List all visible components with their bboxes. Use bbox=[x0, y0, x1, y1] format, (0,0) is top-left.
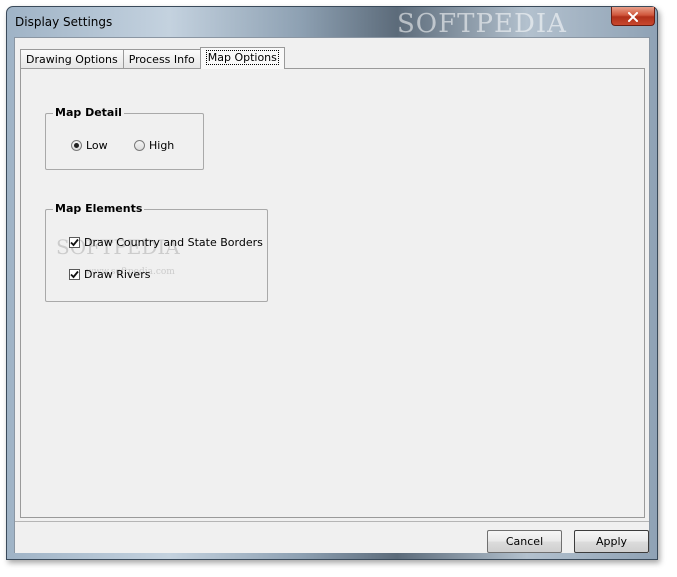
window-title: Display Settings bbox=[15, 15, 113, 29]
radio-button[interactable] bbox=[71, 140, 82, 151]
radio-high[interactable]: High bbox=[134, 139, 174, 152]
tab-label: Process Info bbox=[128, 53, 195, 66]
apply-button[interactable]: Apply bbox=[574, 530, 649, 553]
checkmark-icon bbox=[70, 270, 79, 279]
checkbox[interactable] bbox=[69, 269, 80, 280]
tab-strip: Drawing Options Process Info Map Options bbox=[20, 47, 285, 69]
title-watermark: SOFTPEDIA bbox=[397, 9, 567, 39]
close-icon bbox=[627, 7, 639, 26]
cancel-button[interactable]: Cancel bbox=[487, 530, 562, 553]
checkbox-draw-rivers[interactable]: Draw Rivers bbox=[69, 268, 150, 281]
checkmark-icon bbox=[70, 238, 79, 247]
map-detail-title: Map Detail bbox=[53, 106, 124, 119]
radio-button[interactable] bbox=[134, 140, 145, 151]
tab-label: Drawing Options bbox=[26, 53, 118, 66]
dialog-button-bar: Cancel Apply bbox=[15, 521, 649, 553]
map-detail-group: Map Detail Low High bbox=[45, 106, 204, 170]
radio-high-label: High bbox=[149, 139, 175, 152]
checkbox-label: Draw Country and State Borders bbox=[84, 236, 263, 249]
tab-process-info[interactable]: Process Info bbox=[122, 49, 201, 69]
tab-map-options[interactable]: Map Options bbox=[199, 47, 285, 69]
map-elements-title: Map Elements bbox=[53, 202, 145, 215]
display-settings-window: Display Settings SOFTPEDIA Drawing Optio… bbox=[6, 6, 658, 560]
tab-drawing-options[interactable]: Drawing Options bbox=[20, 49, 124, 69]
map-options-panel: Map Detail Low High Map Elements SOFTPED… bbox=[20, 68, 645, 518]
checkbox-country-state-borders[interactable]: Draw Country and State Borders bbox=[69, 236, 263, 249]
title-bar[interactable]: Display Settings SOFTPEDIA bbox=[7, 7, 657, 39]
radio-dot-icon bbox=[74, 143, 79, 148]
dialog-client-area: Drawing Options Process Info Map Options… bbox=[14, 37, 650, 553]
tab-label: Map Options bbox=[205, 50, 279, 65]
close-button[interactable] bbox=[611, 7, 655, 26]
radio-low-label: Low bbox=[86, 139, 108, 152]
checkbox[interactable] bbox=[69, 237, 80, 248]
radio-low[interactable]: Low bbox=[71, 139, 108, 152]
map-elements-group: Map Elements SOFTPEDIA www.softpedia.com… bbox=[45, 202, 268, 302]
checkbox-label: Draw Rivers bbox=[84, 268, 151, 281]
